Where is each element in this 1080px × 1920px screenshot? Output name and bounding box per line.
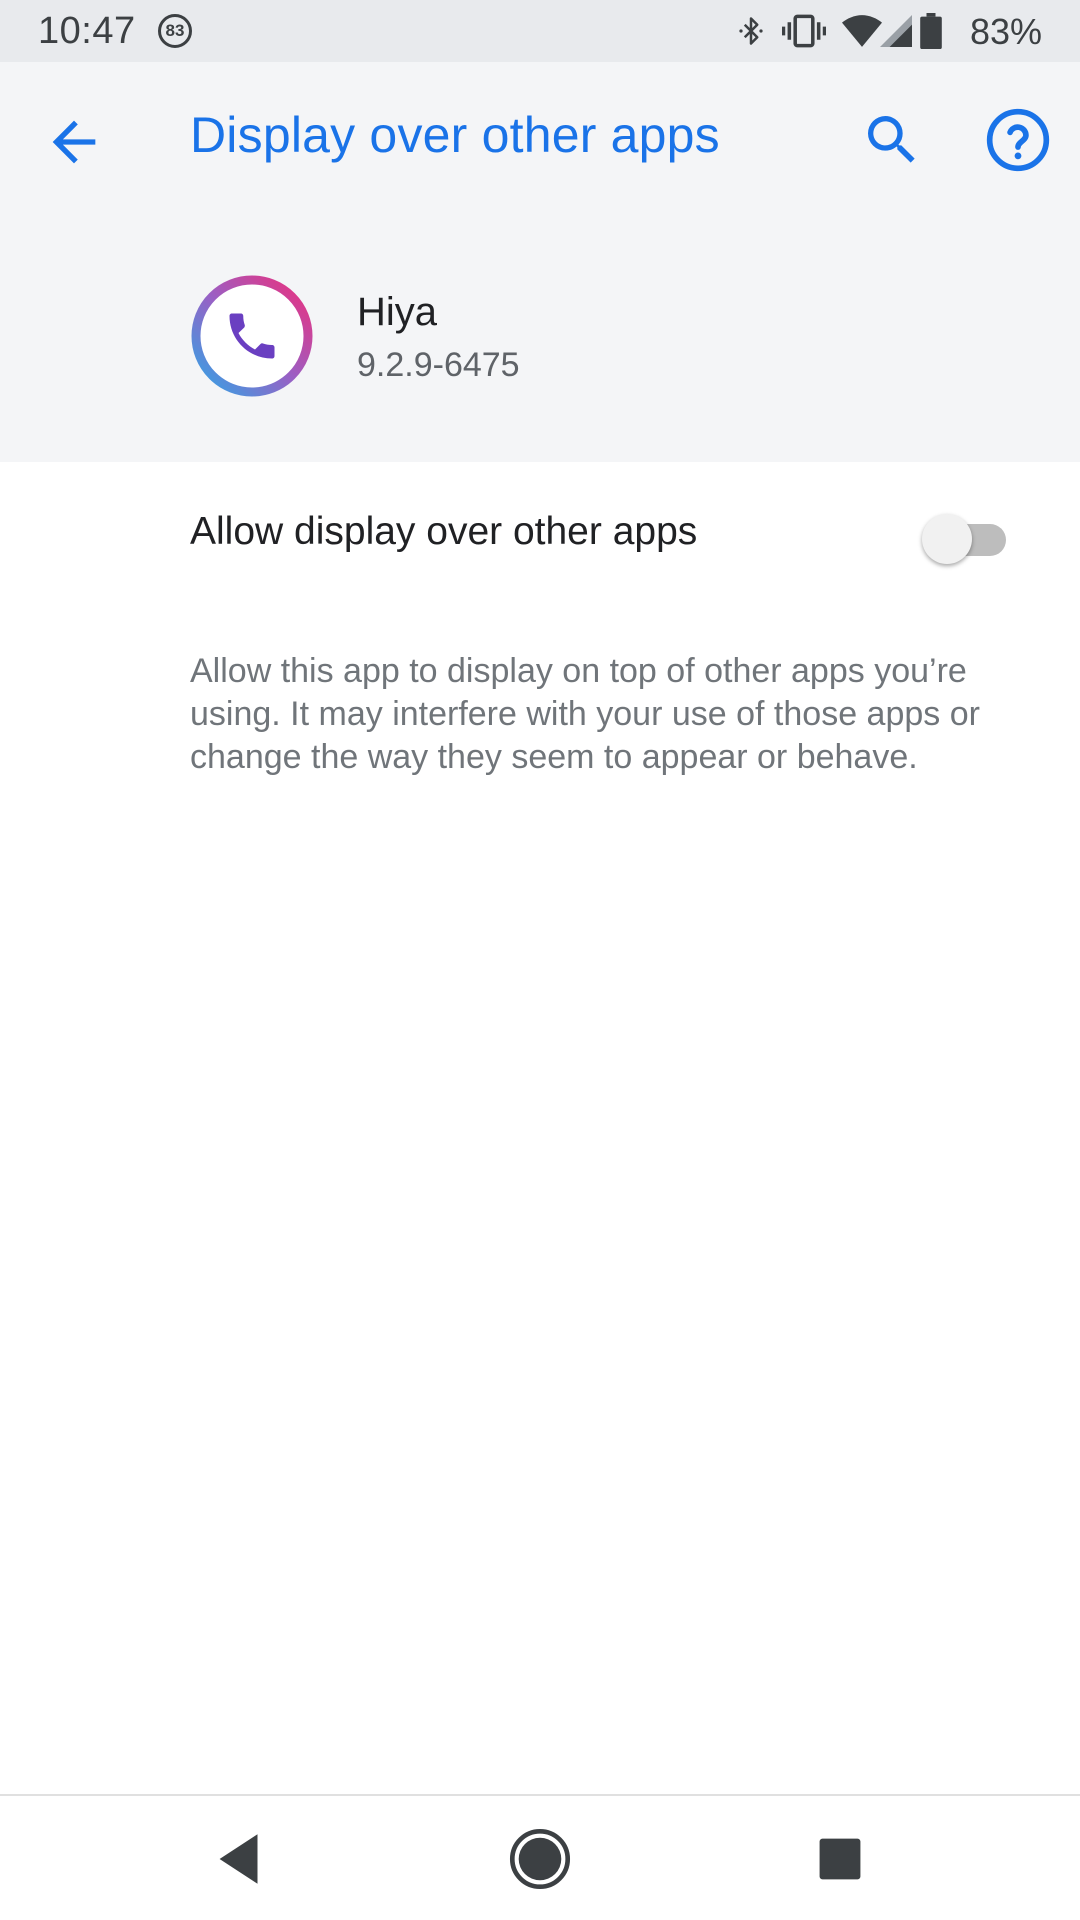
status-bar: 10:47 83 83%	[0, 0, 1080, 62]
allow-display-over-apps-row[interactable]: Allow display over other apps	[0, 470, 1080, 600]
switch-thumb	[922, 514, 972, 564]
app-version: 9.2.9-6475	[357, 346, 520, 384]
cell-signal-icon	[880, 15, 912, 47]
allow-display-switch[interactable]	[920, 510, 1012, 566]
nav-recents-icon[interactable]	[805, 1824, 875, 1894]
setting-description: Allow this app to display on top of othe…	[190, 652, 980, 776]
nav-home-icon[interactable]	[505, 1824, 575, 1894]
app-header: Display over other apps Hiya 9.2.9-6475	[0, 62, 1080, 462]
app-name: Hiya	[357, 290, 438, 334]
vibrate-icon	[782, 14, 826, 48]
allow-display-label: Allow display over other apps	[190, 510, 698, 553]
wifi-icon	[842, 15, 882, 47]
nav-back-icon[interactable]	[205, 1824, 275, 1894]
status-icons: 83%	[720, 0, 1080, 62]
help-icon[interactable]	[984, 106, 1052, 174]
navigation-bar	[0, 1794, 1080, 1920]
battery-icon	[920, 13, 942, 49]
status-time: 10:47	[38, 10, 136, 52]
bluetooth-icon	[739, 17, 763, 45]
screen: 10:47 83 83% Display over other apps Hiy…	[0, 0, 1080, 1920]
search-icon[interactable]	[860, 108, 924, 172]
arrow-back-icon[interactable]	[42, 110, 106, 174]
page-title: Display over other apps	[190, 107, 720, 163]
notification-badge: 83	[158, 14, 192, 48]
battery-percent: 83%	[969, 11, 1042, 52]
hiya-phone-icon	[191, 275, 313, 397]
